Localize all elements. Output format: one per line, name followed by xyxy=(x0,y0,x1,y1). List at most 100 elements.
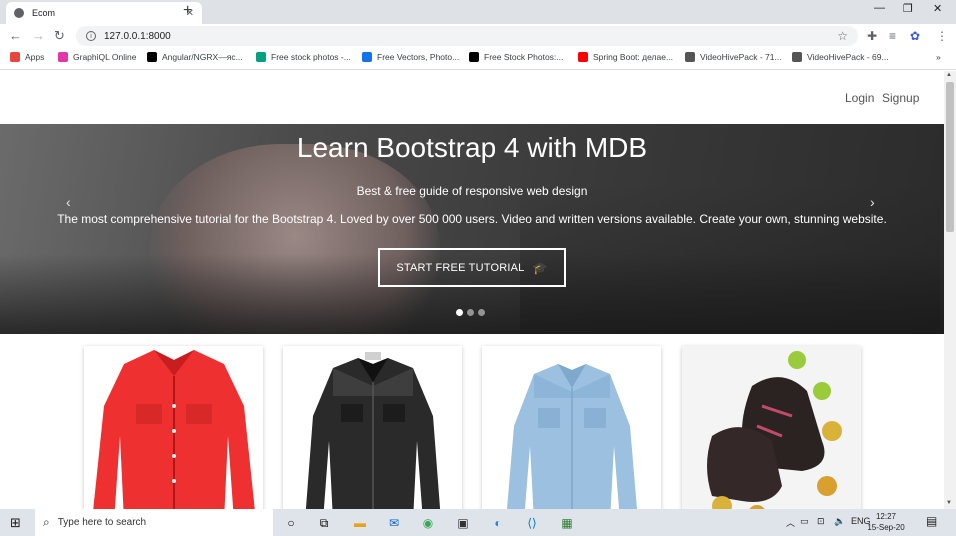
carousel-next-icon[interactable]: › xyxy=(870,194,875,210)
bookmark-item[interactable]: VideoHivePack - 71... xyxy=(685,52,782,62)
window-close-button[interactable]: ✕ xyxy=(933,2,942,15)
login-link[interactable]: Login xyxy=(845,91,874,105)
product-card-red-jacket[interactable] xyxy=(84,346,263,509)
task-view-icon[interactable]: ⧉ xyxy=(314,513,334,533)
carousel-prev-icon[interactable]: ‹ xyxy=(66,194,71,210)
scrollbar-thumb[interactable] xyxy=(946,82,954,232)
tab-title: Ecom xyxy=(32,8,56,18)
product-grid xyxy=(0,334,944,509)
black-shirt-image xyxy=(305,352,441,509)
bookmark-label: Free stock photos -... xyxy=(271,52,351,62)
menu-kebab-icon[interactable]: ⋮ xyxy=(936,29,948,43)
bookmark-label: GraphiQL Online xyxy=(73,52,137,62)
scroll-up-icon[interactable]: ▲ xyxy=(946,72,952,78)
search-placeholder: Type here to search xyxy=(57,517,147,528)
battery-icon[interactable]: ▭ xyxy=(800,516,809,527)
bookmark-item[interactable]: Free stock photos -... xyxy=(256,52,351,62)
terminal-icon[interactable]: ▦ xyxy=(557,513,577,533)
site-navbar: Login Signup xyxy=(0,71,944,124)
bookmark-label: Free Vectors, Photo... xyxy=(377,52,460,62)
bookmark-star-icon[interactable]: ☆ xyxy=(837,29,848,43)
url-text[interactable]: 127.0.0.1:8000 xyxy=(104,31,837,42)
carousel-indicator-dot[interactable] xyxy=(456,309,463,316)
hero-carousel: Learn Bootstrap 4 with MDB Best & free g… xyxy=(0,124,944,334)
minimize-button[interactable]: — xyxy=(874,2,885,14)
red-jacket-image xyxy=(93,350,255,509)
product-card-blue-shirt[interactable] xyxy=(482,346,661,509)
cortana-icon[interactable]: ○ xyxy=(281,513,301,533)
bookmarks-bar: Apps GraphiQL Online Angular/NGRX—яс... Fre… xyxy=(0,48,956,70)
medium-icon xyxy=(147,52,157,62)
search-icon: ⌕ xyxy=(43,515,50,529)
clock-time: 12:27 xyxy=(875,512,897,521)
hero-description: The most comprehensive tutorial for the … xyxy=(57,212,887,226)
product-card-skates[interactable] xyxy=(682,346,861,509)
extensions-icon[interactable]: ✚ xyxy=(867,29,877,43)
mail-icon[interactable]: ✉ xyxy=(384,513,404,533)
restore-button[interactable]: ❐ xyxy=(903,2,913,15)
blue-shirt-image xyxy=(507,364,637,509)
youtube-icon xyxy=(578,52,588,62)
windows-taskbar: ⊞ ⌕ Type here to search ○ ⧉ ▬ ✉ ◉ ▣ ◐ ⟨⟩… xyxy=(0,509,956,536)
taskbar-search-box[interactable]: ⌕ Type here to search xyxy=(35,509,273,536)
globe-icon xyxy=(14,8,24,18)
hero-title: Learn Bootstrap 4 with MDB xyxy=(296,132,648,163)
bookmark-item[interactable]: Angular/NGRX—яс... xyxy=(147,52,243,62)
graduation-cap-icon: 🎓 xyxy=(532,260,548,275)
system-clock[interactable]: 12:27 15-Sep-20 xyxy=(864,511,908,533)
web-page: Login Signup Learn Bootstrap 4 with MDB … xyxy=(0,71,944,509)
bookmark-item[interactable]: VideoHivePack - 69... xyxy=(792,52,889,62)
apps-grid-icon xyxy=(10,52,20,62)
clock-date: 15-Sep-20 xyxy=(867,523,905,532)
bookmark-item[interactable]: Apps xyxy=(10,52,44,62)
carousel-indicator-dot[interactable] xyxy=(467,309,474,316)
address-bar[interactable]: i 127.0.0.1:8000 ☆ xyxy=(76,26,858,46)
info-icon[interactable]: i xyxy=(86,31,96,41)
app-window-icon[interactable]: ▣ xyxy=(453,513,473,533)
browser-tab-bar: Ecom ✕ + — ❐ ✕ xyxy=(0,0,956,24)
volume-icon[interactable]: 🔈 xyxy=(834,516,845,527)
graphiql-icon xyxy=(58,52,68,62)
reload-icon[interactable]: ↻ xyxy=(54,28,65,44)
videohive-icon xyxy=(685,52,695,62)
pexels-icon xyxy=(256,52,266,62)
videohive-icon xyxy=(792,52,802,62)
start-tutorial-button[interactable]: START FREE TUTORIAL 🎓 xyxy=(378,248,566,287)
chrome-icon[interactable]: ◉ xyxy=(418,513,438,533)
burst-icon xyxy=(469,52,479,62)
bookmark-label: VideoHivePack - 69... xyxy=(807,52,889,62)
freepik-icon xyxy=(362,52,372,62)
browser-toolbar: ← → ↻ i 127.0.0.1:8000 ☆ ✚ ≡ ✿ ⋮ xyxy=(0,24,956,48)
vscode-icon[interactable]: ⟨⟩ xyxy=(522,513,542,533)
profile-avatar-icon[interactable]: ✿ xyxy=(910,29,920,43)
carousel-indicators xyxy=(456,309,485,316)
product-card-black-shirt[interactable] xyxy=(283,346,462,509)
hero-subtitle: Best & free guide of responsive web desi… xyxy=(356,184,588,198)
signup-link[interactable]: Signup xyxy=(882,91,919,105)
file-explorer-icon[interactable]: ▬ xyxy=(350,513,370,533)
skates-image xyxy=(682,346,861,509)
new-tab-button[interactable]: + xyxy=(183,3,192,19)
bookmark-item[interactable]: Spring Boot: делае... xyxy=(578,52,673,62)
browser-tab[interactable]: Ecom ✕ xyxy=(6,2,202,24)
edge-icon[interactable]: ◐ xyxy=(488,513,508,533)
bookmark-label: Angular/NGRX—яс... xyxy=(162,52,243,62)
bookmark-label: Free Stock Photos:... xyxy=(484,52,564,62)
bookmark-item[interactable]: Free Stock Photos:... xyxy=(469,52,563,62)
media-queue-icon[interactable]: ≡ xyxy=(889,29,896,43)
notifications-icon[interactable]: ▤ xyxy=(926,514,937,528)
bookmarks-more-icon[interactable]: » xyxy=(936,52,941,62)
carousel-indicator-dot[interactable] xyxy=(478,309,485,316)
bookmark-item[interactable]: Free Vectors, Photo... xyxy=(362,52,459,62)
bookmark-label: VideoHivePack - 71... xyxy=(700,52,782,62)
tray-chevron-icon[interactable]: ︿ xyxy=(786,516,795,529)
back-arrow-icon[interactable]: ← xyxy=(9,28,22,44)
network-icon[interactable]: ⊡ xyxy=(817,516,825,527)
scroll-down-icon[interactable]: ▼ xyxy=(946,500,952,506)
cta-label: START FREE TUTORIAL xyxy=(396,261,525,274)
windows-start-icon[interactable]: ⊞ xyxy=(10,515,21,531)
forward-arrow-icon[interactable]: → xyxy=(32,28,45,44)
bookmark-label: Apps xyxy=(25,52,45,62)
bookmark-item[interactable]: GraphiQL Online xyxy=(58,52,136,62)
bookmark-label: Spring Boot: делае... xyxy=(593,52,674,62)
